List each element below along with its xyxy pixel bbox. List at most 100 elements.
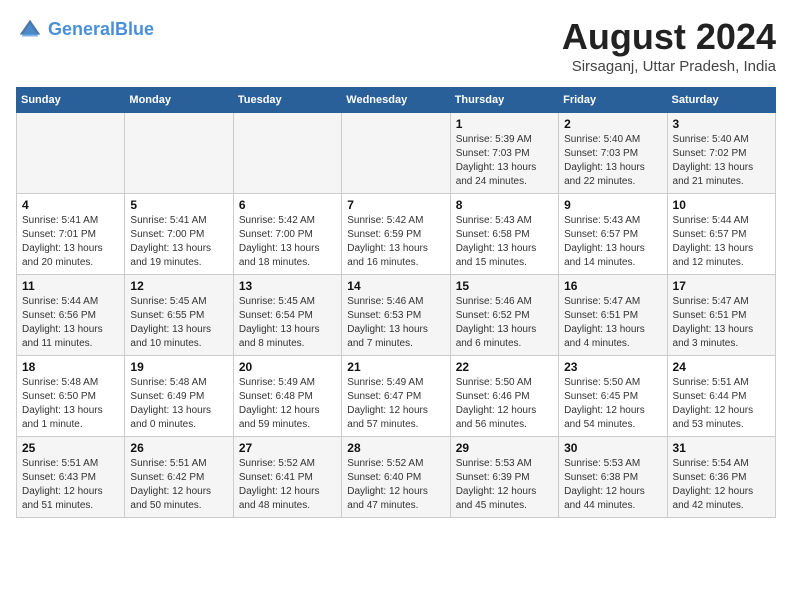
calendar-cell: 24 Sunrise: 5:51 AM Sunset: 6:44 PM Dayli… [667, 356, 775, 437]
logo-icon [16, 16, 44, 44]
calendar-cell: 18Sunrise: 5:48 AM Sunset: 6:50 PM Dayli… [17, 356, 125, 437]
weekday-header: Thursday [450, 88, 558, 113]
calendar-cell: 8 Sunrise: 5:43 AM Sunset: 6:58 PM Daylig… [450, 194, 558, 275]
calendar-cell: 3 Sunrise: 5:40 AM Sunset: 7:02 PM Daylig… [667, 113, 775, 194]
day-info: Sunrise: 5:46 AM Sunset: 6:53 PM Dayligh… [347, 295, 444, 351]
day-number: 14 [347, 279, 444, 293]
day-info: Sunrise: 5:42 AM Sunset: 7:00 PM Dayligh… [239, 214, 336, 270]
day-number: 18 [22, 360, 119, 374]
day-number: 15 [456, 279, 553, 293]
day-number: 4 [22, 198, 119, 212]
day-info: Sunrise: 5:50 AM Sunset: 6:45 PM Dayligh… [564, 376, 661, 432]
logo-line1: General [48, 19, 115, 39]
location: Sirsaganj, Uttar Pradesh, India [562, 58, 776, 75]
day-info: Sunrise: 5:47 AM Sunset: 6:51 PM Dayligh… [673, 295, 770, 351]
calendar-cell: 16 Sunrise: 5:47 AM Sunset: 6:51 PM Dayli… [559, 275, 667, 356]
day-info: Sunrise: 5:46 AM Sunset: 6:52 PM Dayligh… [456, 295, 553, 351]
calendar-cell [233, 113, 341, 194]
day-number: 1 [456, 117, 553, 131]
day-info: Sunrise: 5:53 AM Sunset: 6:38 PM Dayligh… [564, 457, 661, 513]
calendar-cell: 6 Sunrise: 5:42 AM Sunset: 7:00 PM Daylig… [233, 194, 341, 275]
calendar-week-row: 1 Sunrise: 5:39 AM Sunset: 7:03 PM Daylig… [17, 113, 776, 194]
day-info: Sunrise: 5:45 AM Sunset: 6:54 PM Dayligh… [239, 295, 336, 351]
day-number: 17 [673, 279, 770, 293]
day-info: Sunrise: 5:44 AM Sunset: 6:57 PM Dayligh… [673, 214, 770, 270]
day-number: 16 [564, 279, 661, 293]
day-number: 11 [22, 279, 119, 293]
weekday-header: Tuesday [233, 88, 341, 113]
day-info: Sunrise: 5:49 AM Sunset: 6:48 PM Dayligh… [239, 376, 336, 432]
day-number: 23 [564, 360, 661, 374]
day-number: 21 [347, 360, 444, 374]
calendar-cell: 20Sunrise: 5:49 AM Sunset: 6:48 PM Dayli… [233, 356, 341, 437]
day-number: 24 [673, 360, 770, 374]
day-number: 7 [347, 198, 444, 212]
day-number: 2 [564, 117, 661, 131]
day-number: 6 [239, 198, 336, 212]
day-number: 26 [130, 441, 227, 455]
day-info: Sunrise: 5:51 AM Sunset: 6:43 PM Dayligh… [22, 457, 119, 513]
day-info: Sunrise: 5:53 AM Sunset: 6:39 PM Dayligh… [456, 457, 553, 513]
day-info: Sunrise: 5:48 AM Sunset: 6:49 PM Dayligh… [130, 376, 227, 432]
day-info: Sunrise: 5:52 AM Sunset: 6:41 PM Dayligh… [239, 457, 336, 513]
day-info: Sunrise: 5:50 AM Sunset: 6:46 PM Dayligh… [456, 376, 553, 432]
month-title: August 2024 [562, 16, 776, 58]
day-number: 27 [239, 441, 336, 455]
calendar-cell: 21 Sunrise: 5:49 AM Sunset: 6:47 PM Dayli… [342, 356, 450, 437]
calendar-cell: 1 Sunrise: 5:39 AM Sunset: 7:03 PM Daylig… [450, 113, 558, 194]
weekday-header-row: SundayMondayTuesdayWednesdayThursdayFrid… [17, 88, 776, 113]
calendar-cell: 22 Sunrise: 5:50 AM Sunset: 6:46 PM Dayli… [450, 356, 558, 437]
day-number: 25 [22, 441, 119, 455]
calendar-cell: 23 Sunrise: 5:50 AM Sunset: 6:45 PM Dayli… [559, 356, 667, 437]
calendar-week-row: 18Sunrise: 5:48 AM Sunset: 6:50 PM Dayli… [17, 356, 776, 437]
calendar-week-row: 11 Sunrise: 5:44 AM Sunset: 6:56 PM Dayli… [17, 275, 776, 356]
day-number: 22 [456, 360, 553, 374]
day-info: Sunrise: 5:40 AM Sunset: 7:02 PM Dayligh… [673, 133, 770, 189]
day-info: Sunrise: 5:54 AM Sunset: 6:36 PM Dayligh… [673, 457, 770, 513]
page-header: GeneralBlue August 2024 Sirsaganj, Uttar… [16, 16, 776, 75]
day-info: Sunrise: 5:49 AM Sunset: 6:47 PM Dayligh… [347, 376, 444, 432]
day-info: Sunrise: 5:41 AM Sunset: 7:00 PM Dayligh… [130, 214, 227, 270]
calendar-cell [342, 113, 450, 194]
day-info: Sunrise: 5:47 AM Sunset: 6:51 PM Dayligh… [564, 295, 661, 351]
calendar-cell: 31 Sunrise: 5:54 AM Sunset: 6:36 PM Dayli… [667, 437, 775, 518]
calendar-cell: 14 Sunrise: 5:46 AM Sunset: 6:53 PM Dayli… [342, 275, 450, 356]
logo: GeneralBlue [16, 16, 154, 44]
day-number: 19 [130, 360, 227, 374]
day-info: Sunrise: 5:51 AM Sunset: 6:44 PM Dayligh… [673, 376, 770, 432]
calendar-cell: 12Sunrise: 5:45 AM Sunset: 6:55 PM Dayli… [125, 275, 233, 356]
day-number: 3 [673, 117, 770, 131]
day-info: Sunrise: 5:40 AM Sunset: 7:03 PM Dayligh… [564, 133, 661, 189]
calendar-week-row: 25 Sunrise: 5:51 AM Sunset: 6:43 PM Dayli… [17, 437, 776, 518]
logo-text: GeneralBlue [48, 19, 154, 41]
calendar-cell: 29 Sunrise: 5:53 AM Sunset: 6:39 PM Dayli… [450, 437, 558, 518]
weekday-header: Friday [559, 88, 667, 113]
calendar-cell: 30 Sunrise: 5:53 AM Sunset: 6:38 PM Dayli… [559, 437, 667, 518]
calendar-cell [17, 113, 125, 194]
calendar-cell: 15 Sunrise: 5:46 AM Sunset: 6:52 PM Dayli… [450, 275, 558, 356]
calendar-cell: 17 Sunrise: 5:47 AM Sunset: 6:51 PM Dayli… [667, 275, 775, 356]
day-info: Sunrise: 5:39 AM Sunset: 7:03 PM Dayligh… [456, 133, 553, 189]
day-info: Sunrise: 5:41 AM Sunset: 7:01 PM Dayligh… [22, 214, 119, 270]
day-number: 8 [456, 198, 553, 212]
day-info: Sunrise: 5:52 AM Sunset: 6:40 PM Dayligh… [347, 457, 444, 513]
day-info: Sunrise: 5:43 AM Sunset: 6:58 PM Dayligh… [456, 214, 553, 270]
calendar-cell: 28Sunrise: 5:52 AM Sunset: 6:40 PM Dayli… [342, 437, 450, 518]
day-number: 29 [456, 441, 553, 455]
calendar-cell [125, 113, 233, 194]
title-block: August 2024 Sirsaganj, Uttar Pradesh, In… [562, 16, 776, 75]
calendar-cell: 2 Sunrise: 5:40 AM Sunset: 7:03 PM Daylig… [559, 113, 667, 194]
weekday-header: Monday [125, 88, 233, 113]
calendar-cell: 4 Sunrise: 5:41 AM Sunset: 7:01 PM Daylig… [17, 194, 125, 275]
calendar-week-row: 4 Sunrise: 5:41 AM Sunset: 7:01 PM Daylig… [17, 194, 776, 275]
day-info: Sunrise: 5:43 AM Sunset: 6:57 PM Dayligh… [564, 214, 661, 270]
calendar-cell: 10 Sunrise: 5:44 AM Sunset: 6:57 PM Dayli… [667, 194, 775, 275]
weekday-header: Wednesday [342, 88, 450, 113]
calendar-cell: 9Sunrise: 5:43 AM Sunset: 6:57 PM Daylig… [559, 194, 667, 275]
day-number: 10 [673, 198, 770, 212]
day-number: 31 [673, 441, 770, 455]
day-number: 12 [130, 279, 227, 293]
day-info: Sunrise: 5:44 AM Sunset: 6:56 PM Dayligh… [22, 295, 119, 351]
day-number: 30 [564, 441, 661, 455]
calendar-cell: 26Sunrise: 5:51 AM Sunset: 6:42 PM Dayli… [125, 437, 233, 518]
